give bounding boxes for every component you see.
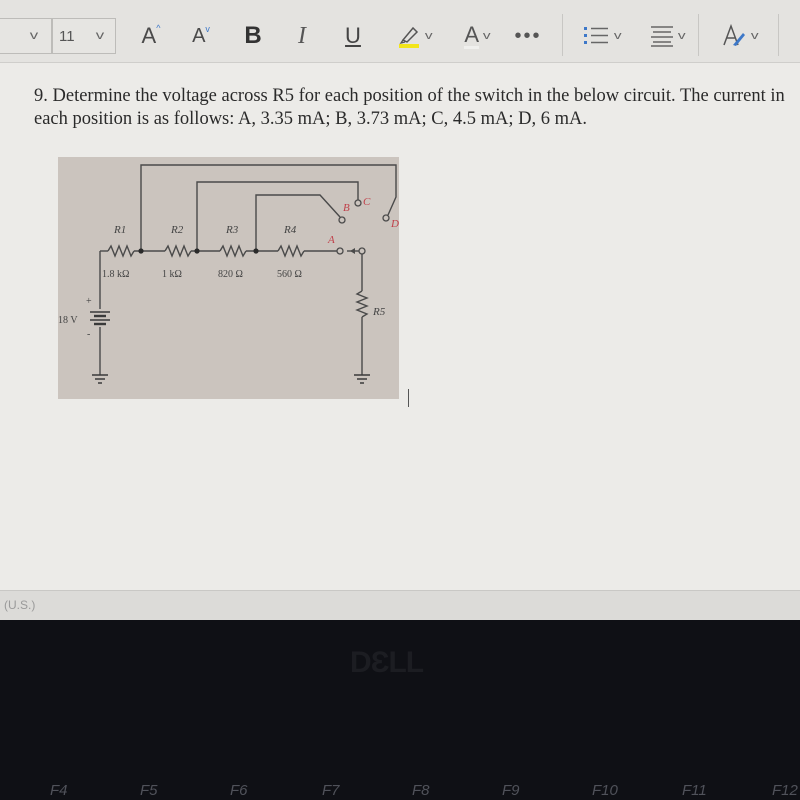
junction-dot (253, 248, 259, 254)
switch-terminal-c (354, 199, 362, 207)
junction-dot (194, 248, 200, 254)
underline-button[interactable]: U (338, 18, 368, 54)
resistor-r1 (107, 244, 135, 258)
grow-font-button[interactable]: A ^ (136, 18, 166, 54)
chevron-down-icon: v (613, 30, 622, 42)
r1-value: 1.8 kΩ (102, 269, 129, 280)
chevron-down-icon: v (482, 30, 491, 42)
key-f4[interactable]: F4 (50, 782, 68, 799)
key-f8[interactable]: F8 (412, 782, 430, 799)
more-options-button[interactable]: ••• (512, 18, 544, 54)
switch-label-c: C (363, 196, 371, 208)
resistor-r5 (355, 290, 369, 318)
r4-label: R4 (283, 224, 297, 236)
switch-terminal-b (338, 216, 346, 224)
key-f7[interactable]: F7 (322, 782, 340, 799)
circuit-diagram: R1 R2 R3 R4 R5 1.8 kΩ 1 kΩ 820 Ω 560 Ω 1… (58, 164, 399, 384)
r4-value: 560 Ω (277, 269, 302, 280)
chevron-down-icon: v (29, 28, 39, 42)
r3-label: R3 (225, 224, 239, 236)
switch-terminal-d (382, 214, 390, 222)
source-voltage-label: 18 V (58, 315, 78, 326)
bullets-button[interactable]: v (575, 18, 629, 54)
language-status[interactable]: n (U.S.) (0, 598, 35, 612)
font-name-dropdown[interactable]: v (0, 18, 52, 54)
question-text: 9. Determine the voltage across R5 for e… (34, 86, 785, 129)
laptop-bezel: DƐLL F4 F5 F6 F7 F8 F9 F10 F11 F12 (0, 620, 800, 800)
bullet-list-icon (583, 27, 608, 44)
ribbon-toolbar: v 11 v A ^ Av B I U v A v ••• v v v (0, 0, 800, 63)
resistor-r4 (277, 244, 305, 258)
shrink-font-button[interactable]: Av (186, 18, 216, 54)
status-bar: n (U.S.) (0, 590, 800, 621)
highlighter-icon (398, 26, 419, 48)
switch-label-a: A (327, 234, 335, 246)
r2-value: 1 kΩ (162, 269, 182, 280)
italic-icon: I (298, 22, 306, 49)
font-size-dropdown[interactable]: 11 v (52, 18, 116, 54)
key-f6[interactable]: F6 (230, 782, 248, 799)
align-justify-icon (650, 26, 673, 47)
key-f9[interactable]: F9 (502, 782, 520, 799)
styles-button[interactable]: v (715, 18, 763, 54)
junction-dot (138, 248, 144, 254)
toolbar-divider (778, 14, 779, 56)
chevron-down-icon: v (95, 28, 105, 42)
r5-label: R5 (372, 306, 386, 318)
circuit-diagram-image: R1 R2 R3 R4 R5 1.8 kΩ 1 kΩ 820 Ω 560 Ω 1… (58, 157, 399, 399)
key-f5[interactable]: F5 (140, 782, 158, 799)
caret-up-icon: ^ (156, 23, 161, 33)
switch-label-d: D (390, 218, 399, 230)
shrink-font-icon: A (192, 24, 206, 47)
key-f10[interactable]: F10 (592, 782, 618, 799)
r1-label: R1 (113, 224, 126, 236)
dell-logo: DƐLL (350, 646, 424, 679)
screen: v 11 v A ^ Av B I U v A v ••• v v v 9. D… (0, 0, 800, 621)
bold-button[interactable]: B (238, 18, 268, 54)
minus-sign: - (87, 329, 90, 340)
italic-button[interactable]: I (288, 18, 316, 54)
bold-icon: B (244, 22, 262, 49)
document-canvas[interactable]: 9. Determine the voltage across R5 for e… (0, 63, 800, 590)
caret-down-icon: v (205, 24, 210, 34)
chevron-down-icon: v (677, 30, 686, 42)
function-key-row: F4 F5 F6 F7 F8 F9 F10 F11 F12 (0, 780, 800, 800)
chevron-down-icon: v (424, 30, 433, 42)
switch-arrow-icon (350, 248, 355, 254)
grow-font-icon: A (141, 23, 157, 48)
styles-brush-icon (723, 23, 745, 46)
r3-value: 820 Ω (218, 269, 243, 280)
r2-label: R2 (170, 224, 184, 236)
switch-terminal-a (336, 247, 344, 255)
align-button[interactable]: v (642, 18, 692, 54)
toolbar-divider (698, 14, 699, 56)
switch-common (358, 247, 366, 255)
resistor-r2 (164, 244, 192, 258)
chevron-down-icon: v (750, 30, 759, 42)
toolbar-divider (562, 14, 563, 56)
key-f12[interactable]: F12 (772, 782, 798, 799)
plus-sign: + (86, 296, 92, 307)
font-size-value: 11 (59, 28, 75, 45)
underline-icon: U (345, 23, 361, 48)
key-f11[interactable]: F11 (682, 782, 707, 799)
font-color-icon: A (464, 21, 480, 49)
switch-label-b: B (343, 202, 350, 214)
font-color-button[interactable]: A v (455, 18, 499, 54)
resistor-r3 (219, 244, 247, 258)
text-cursor (408, 389, 409, 407)
highlight-button[interactable]: v (392, 18, 438, 54)
wire-to-d (140, 164, 397, 251)
more-icon: ••• (514, 24, 542, 47)
